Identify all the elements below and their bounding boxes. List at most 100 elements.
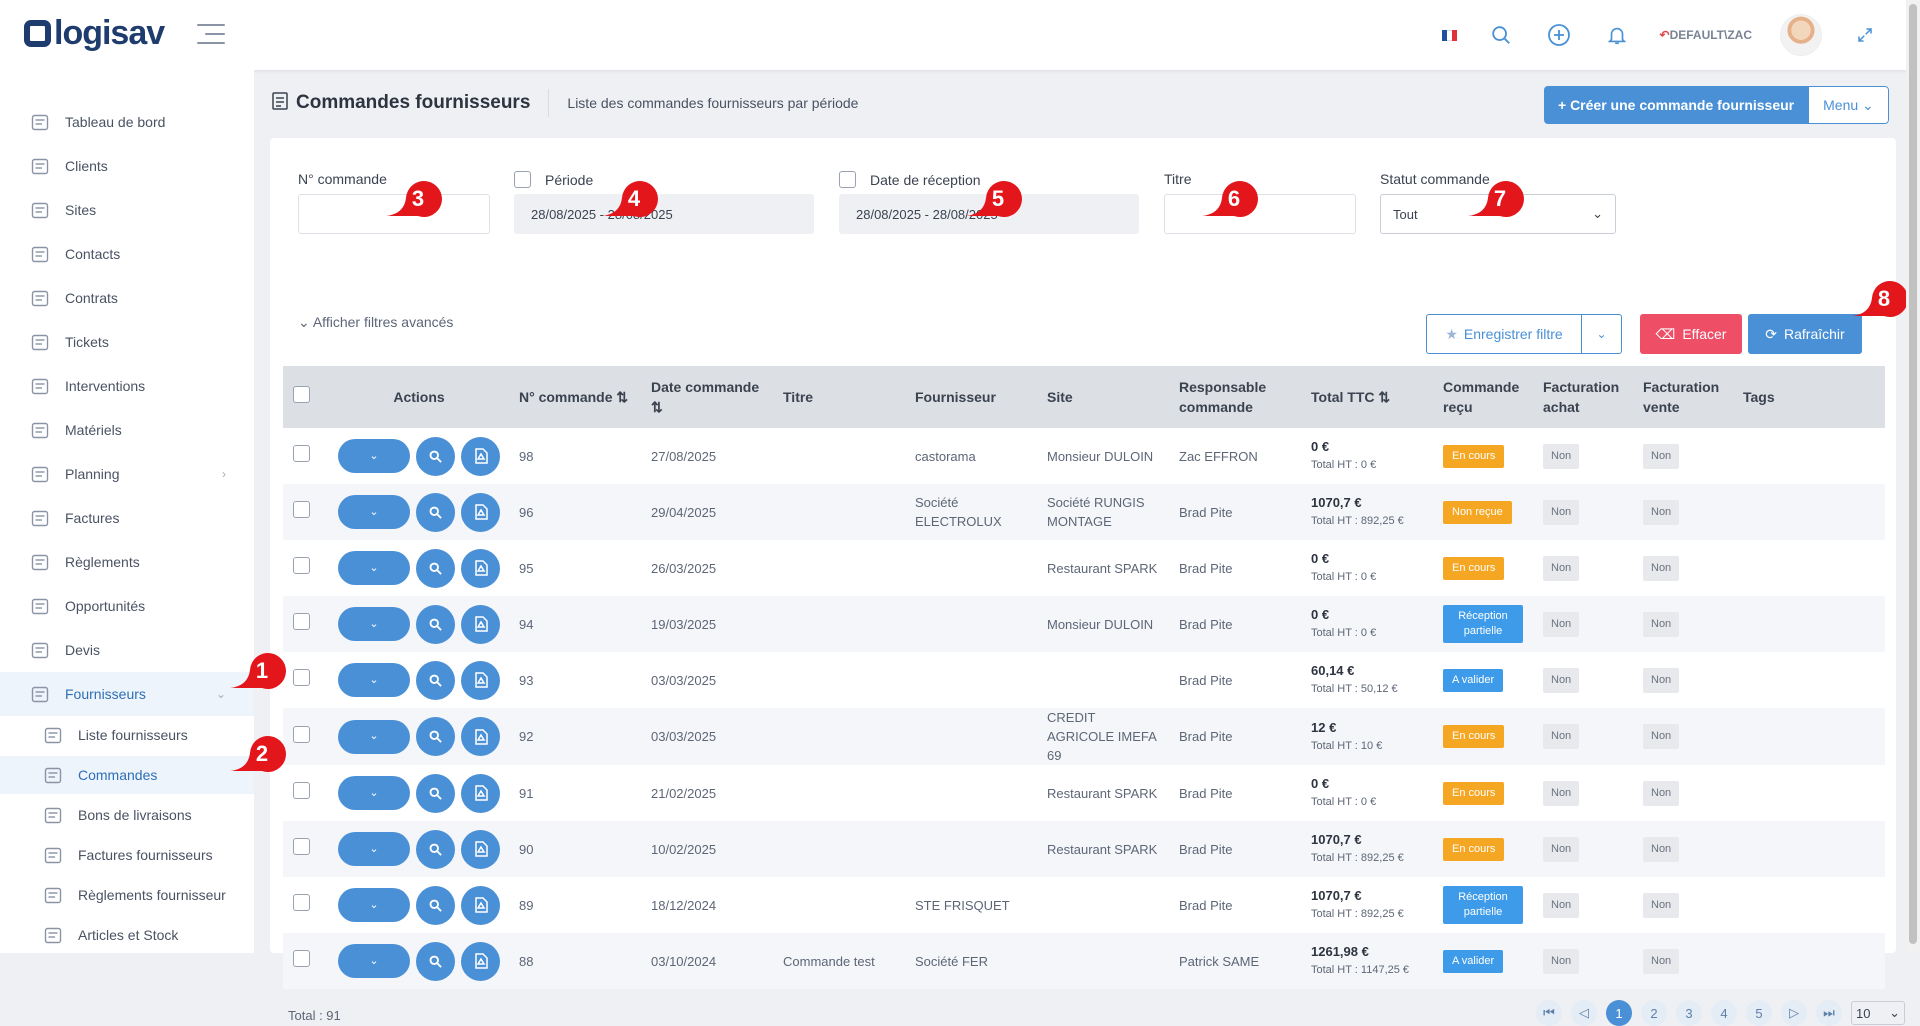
view-icon[interactable] (416, 492, 455, 532)
sidebar-item-8[interactable]: Planning › (0, 452, 254, 496)
pdf-icon[interactable] (461, 492, 500, 532)
sidebar-item-5[interactable]: Tickets (0, 320, 254, 364)
col-order-date[interactable]: Date commande ⇅ (643, 366, 775, 428)
sidebar-subitem-4[interactable]: Règlements fournisseur (0, 876, 254, 914)
table-row[interactable]: ⌄ 94 19/03/2025 Monsieur DULOIN Brad Pite 0 €… (283, 596, 1885, 652)
row-checkbox[interactable] (293, 725, 310, 743)
menu-toggle-icon[interactable] (197, 24, 225, 46)
view-icon[interactable] (416, 660, 455, 700)
bell-icon[interactable] (1602, 20, 1632, 50)
reception-checkbox[interactable] (839, 171, 856, 188)
view-icon[interactable] (416, 548, 455, 588)
period-checkbox[interactable] (514, 171, 531, 188)
row-checkbox[interactable] (293, 557, 310, 574)
pdf-icon[interactable] (461, 604, 500, 644)
sidebar-subitem-2[interactable]: Bons de livraisons (0, 796, 254, 834)
view-icon[interactable] (416, 941, 455, 981)
add-icon[interactable] (1544, 20, 1574, 50)
row-actions-dropdown[interactable]: ⌄ (338, 439, 410, 473)
row-checkbox[interactable] (293, 445, 310, 462)
col-order-number[interactable]: N° commande ⇅ (511, 366, 643, 428)
row-checkbox[interactable] (293, 894, 310, 911)
view-icon[interactable] (416, 829, 455, 869)
title-input[interactable] (1164, 194, 1356, 234)
pdf-icon[interactable] (461, 773, 500, 813)
sidebar-item-4[interactable]: Contrats (0, 276, 254, 320)
menu-button[interactable]: Menu ⌄ (1808, 86, 1889, 124)
create-order-button[interactable]: + Créer une commande fournisseur (1544, 86, 1809, 124)
row-checkbox[interactable] (293, 501, 310, 518)
sidebar-item-2[interactable]: Sites (0, 188, 254, 232)
advanced-filters-link[interactable]: ⌄ Afficher filtres avancés (298, 314, 453, 331)
sidebar-subitem-3[interactable]: Factures fournisseurs (0, 836, 254, 874)
view-icon[interactable] (416, 885, 455, 925)
search-icon[interactable] (1486, 20, 1516, 50)
view-icon[interactable] (416, 773, 455, 813)
user-label[interactable]: ↶DEFAULT\ZAC (1660, 28, 1753, 42)
row-checkbox[interactable] (293, 613, 310, 630)
pdf-icon[interactable] (461, 885, 500, 925)
page-size-select[interactable]: 10 ⌄ (1851, 1001, 1905, 1025)
row-actions-dropdown[interactable]: ⌄ (338, 888, 410, 922)
sidebar-item-11[interactable]: Opportunités (0, 584, 254, 628)
sidebar-subitem-0[interactable]: Liste fournisseurs (0, 716, 254, 754)
clear-button[interactable]: ⌫ Effacer (1640, 314, 1742, 354)
fullscreen-icon[interactable] (1850, 20, 1880, 50)
view-icon[interactable] (416, 717, 455, 756)
row-actions-dropdown[interactable]: ⌄ (338, 832, 410, 866)
row-actions-dropdown[interactable]: ⌄ (338, 607, 410, 641)
row-actions-dropdown[interactable]: ⌄ (338, 551, 410, 585)
sidebar-subitem-5[interactable]: Articles et Stock (0, 916, 254, 954)
next-page-icon[interactable]: ▷ (1781, 1000, 1807, 1026)
page-button[interactable]: 2 (1641, 1000, 1667, 1026)
last-page-icon[interactable]: ⏭ (1816, 1000, 1842, 1026)
table-row[interactable]: ⌄ 89 18/12/2024 STE FRISQUET Brad Pite 1070,7… (283, 877, 1885, 933)
save-filter-dropdown[interactable]: ⌄ (1581, 315, 1621, 353)
row-actions-dropdown[interactable]: ⌄ (338, 495, 410, 529)
sidebar-item-10[interactable]: Règlements (0, 540, 254, 584)
pdf-icon[interactable] (461, 436, 500, 476)
sidebar-item-12[interactable]: Devis (0, 628, 254, 672)
page-button[interactable]: 4 (1711, 1000, 1737, 1026)
row-actions-dropdown[interactable]: ⌄ (338, 719, 410, 754)
page-button[interactable]: 3 (1676, 1000, 1702, 1026)
language-flag-icon[interactable] (1441, 29, 1458, 41)
row-checkbox[interactable] (293, 782, 310, 799)
table-row[interactable]: ⌄ 92 03/03/2025 CREDIT AGRICOLE IMEFA 69 Bra… (283, 708, 1885, 765)
first-page-icon[interactable]: ⏮ (1536, 1000, 1562, 1026)
row-actions-dropdown[interactable]: ⌄ (338, 944, 410, 978)
sidebar-item-13[interactable]: Fournisseurs ⌄ (0, 672, 254, 716)
select-all-checkbox[interactable] (293, 386, 310, 403)
pdf-icon[interactable] (461, 941, 500, 981)
table-row[interactable]: ⌄ 96 29/04/2025 Société ELECTROLUX Société R… (283, 484, 1885, 540)
table-row[interactable]: ⌄ 98 27/08/2025 castorama Monsieur DULOIN Zac… (283, 428, 1885, 484)
page-button[interactable]: 5 (1746, 1000, 1772, 1026)
sidebar-item-6[interactable]: Interventions (0, 364, 254, 408)
period-input[interactable]: 28/08/2025 - 28/08/2025 (514, 194, 814, 234)
row-actions-dropdown[interactable]: ⌄ (338, 776, 410, 810)
avatar[interactable] (1780, 14, 1822, 56)
col-total[interactable]: Total TTC ⇅ (1303, 366, 1435, 428)
pdf-icon[interactable] (461, 660, 500, 700)
view-icon[interactable] (416, 604, 455, 644)
sidebar-item-3[interactable]: Contacts (0, 232, 254, 276)
table-row[interactable]: ⌄ 91 21/02/2025 Restaurant SPARK Brad Pite 0 … (283, 765, 1885, 821)
app-logo[interactable]: logisav (24, 14, 165, 53)
row-checkbox[interactable] (293, 669, 310, 686)
view-icon[interactable] (416, 436, 455, 476)
prev-page-icon[interactable]: ◁ (1571, 1000, 1597, 1026)
sidebar-subitem-1[interactable]: Commandes (0, 756, 254, 794)
pdf-icon[interactable] (461, 717, 500, 756)
page-button[interactable]: 1 (1606, 1000, 1632, 1026)
table-row[interactable]: ⌄ 88 03/10/2024 Commande test Société FER Pat… (283, 933, 1885, 989)
row-checkbox[interactable] (293, 838, 310, 855)
pdf-icon[interactable] (461, 548, 500, 588)
sidebar-item-0[interactable]: Tableau de bord (0, 100, 254, 144)
table-row[interactable]: ⌄ 93 03/03/2025 Brad Pite 60,14 € Total HT : … (283, 652, 1885, 708)
sidebar-item-9[interactable]: Factures (0, 496, 254, 540)
table-row[interactable]: ⌄ 95 26/03/2025 Restaurant SPARK Brad Pite 0 … (283, 540, 1885, 596)
sidebar-item-7[interactable]: Matériels (0, 408, 254, 452)
sidebar-item-1[interactable]: Clients (0, 144, 254, 188)
save-filter-button[interactable]: ★ Enregistrer filtre (1427, 315, 1581, 353)
row-actions-dropdown[interactable]: ⌄ (338, 663, 410, 697)
